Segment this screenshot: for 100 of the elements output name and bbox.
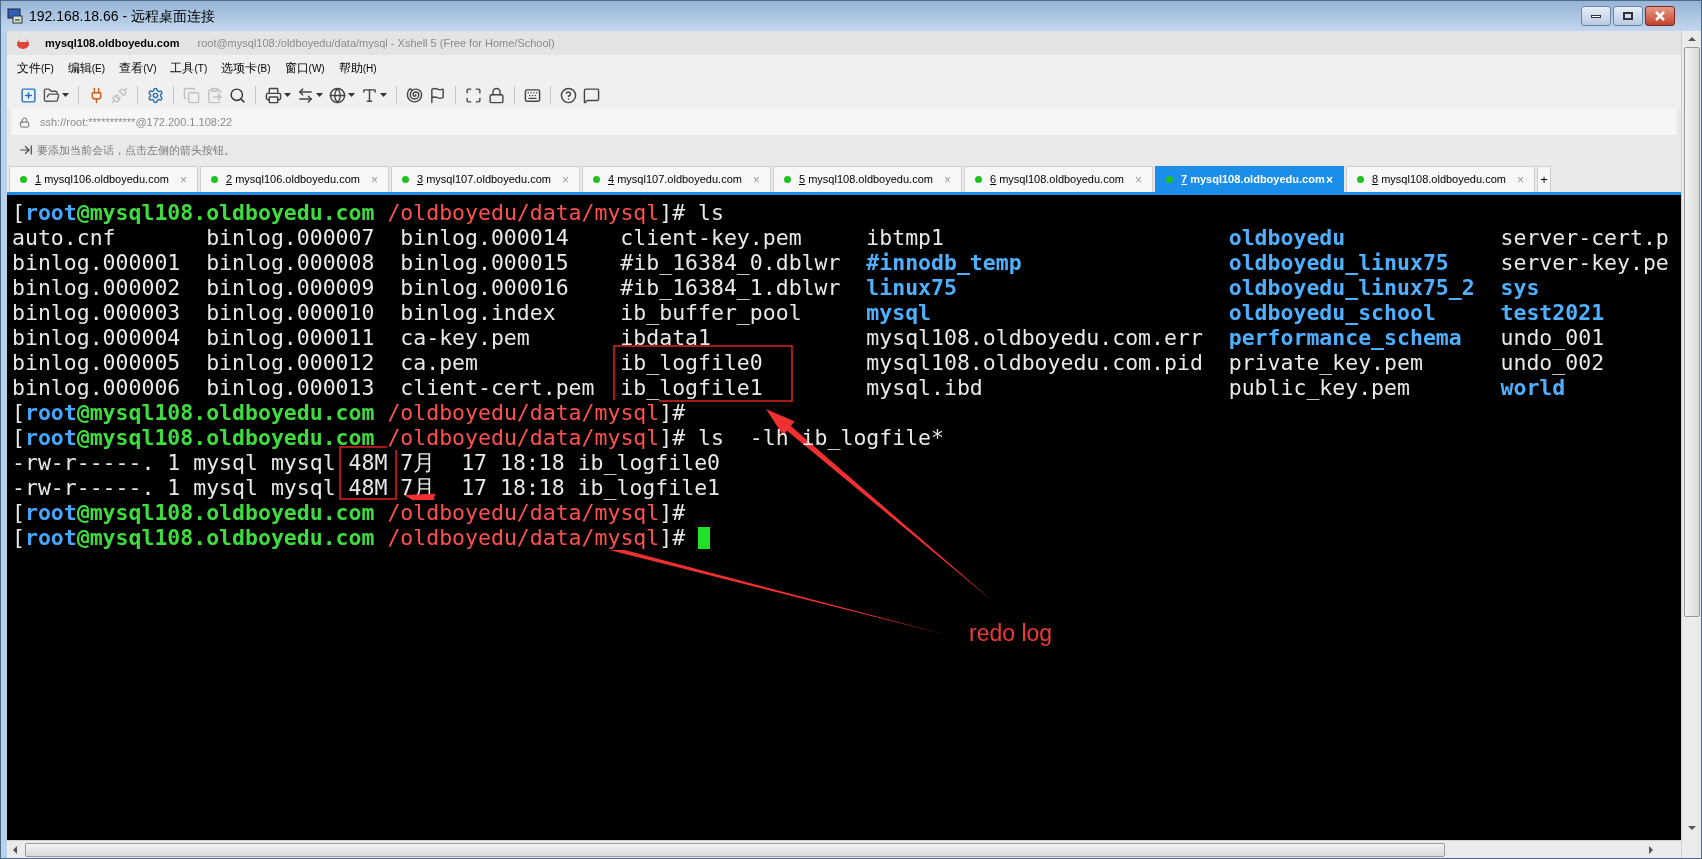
command-text: ls -lh ib_logfile* bbox=[698, 425, 944, 450]
horizontal-scrollbar[interactable] bbox=[7, 840, 1681, 858]
app-title: root@mysql108:/oldboyedu/data/mysql - Xshell 5 (Free for Home/School) bbox=[197, 35, 555, 51]
session-tab[interactable]: 1 mysql106.oldboyedu.com × bbox=[9, 166, 198, 192]
file-name: binlog.000005 bbox=[12, 350, 181, 375]
file-name: private_key.pem bbox=[1228, 350, 1423, 375]
font-icon bbox=[361, 86, 378, 104]
file-name: mysql108.oldboyedu.com.err bbox=[866, 325, 1203, 350]
shell-prompt: [root@mysql108.oldboyedu.com /oldboyedu/data/mysql]# bbox=[12, 525, 686, 550]
session-tab[interactable]: 4 mysql107.oldboyedu.com × bbox=[582, 166, 771, 192]
file-name: binlog.000016 bbox=[400, 275, 569, 300]
file-name: ca-key.pem bbox=[400, 325, 530, 350]
session-tab[interactable]: 5 mysql108.oldboyedu.com × bbox=[773, 166, 962, 192]
directory-name: world bbox=[1500, 375, 1566, 400]
command-text: ls bbox=[698, 200, 724, 225]
remote-desktop-icon bbox=[7, 8, 23, 24]
swirl-icon bbox=[406, 86, 423, 104]
file-name: binlog.000001 bbox=[12, 250, 181, 275]
app-logo-icon bbox=[15, 36, 31, 50]
shell-prompt: [root@mysql108.oldboyedu.com /oldboyedu/data/mysql]# bbox=[12, 200, 686, 225]
file-name: auto.cnf bbox=[12, 225, 116, 250]
tab-label: 1 mysql106.oldboyedu.com bbox=[35, 172, 169, 188]
directory-name: mysql bbox=[866, 300, 932, 325]
file-name: binlog.000014 bbox=[400, 225, 569, 250]
fullscreen-icon bbox=[465, 86, 482, 104]
minimize-button[interactable] bbox=[1581, 6, 1611, 26]
session-tab[interactable]: 6 mysql108.oldboyedu.com × bbox=[964, 166, 1153, 192]
caret-icon bbox=[62, 93, 69, 97]
file-name: ibtmp1 bbox=[866, 225, 944, 250]
lock-icon bbox=[488, 86, 505, 104]
terminal[interactable] bbox=[7, 195, 1681, 840]
file-name: binlog.000011 bbox=[206, 325, 375, 350]
tab-label: 4 mysql107.oldboyedu.com bbox=[608, 172, 742, 188]
tab-label: 8 mysql108.oldboyedu.com bbox=[1372, 172, 1506, 188]
vertical-scrollbar[interactable] bbox=[1681, 31, 1701, 858]
directory-name: performance_schema bbox=[1228, 325, 1462, 350]
file-name: binlog.000012 bbox=[206, 350, 375, 375]
file-name: undo_001 bbox=[1500, 325, 1605, 350]
help-icon bbox=[560, 86, 577, 104]
new-window-icon bbox=[20, 86, 37, 104]
unplug-icon bbox=[111, 86, 128, 104]
file-name: client-key.pem bbox=[620, 225, 802, 250]
new-tab-button[interactable]: + bbox=[1537, 166, 1551, 192]
directory-name: oldboyedu_linux75 bbox=[1228, 250, 1449, 275]
transfer-icon bbox=[297, 86, 314, 104]
maximize-button[interactable] bbox=[1613, 6, 1643, 26]
keyboard-icon bbox=[524, 86, 541, 104]
tab-label: 2 mysql106.oldboyedu.com bbox=[226, 172, 360, 188]
file-name: ib_logfile1 bbox=[620, 375, 763, 400]
session-tab[interactable]: 8 mysql108.oldboyedu.com × bbox=[1346, 166, 1535, 192]
file-name: binlog.000007 bbox=[206, 225, 375, 250]
directory-name: linux75 bbox=[866, 275, 957, 300]
file-name: binlog.index bbox=[400, 300, 556, 325]
file-name: binlog.000003 bbox=[12, 300, 181, 325]
file-name: mysql108.oldboyedu.com.pid bbox=[866, 350, 1203, 375]
annotation-label: redo log bbox=[969, 619, 1053, 647]
menu-item[interactable]: 查看(V) bbox=[119, 59, 157, 77]
directory-name: oldboyedu_school bbox=[1228, 300, 1436, 325]
file-name: binlog.000008 bbox=[206, 250, 375, 275]
output-line: -rw-r-----. 1 mysql mysql 48M 7月 17 18:18 ib_logfile0 bbox=[12, 450, 721, 475]
shell-prompt: [root@mysql108.oldboyedu.com /oldboyedu/data/mysql]# bbox=[12, 425, 686, 450]
file-name: #ib_16384_0.dblwr bbox=[620, 250, 841, 275]
menu-item[interactable]: 窗口(W) bbox=[284, 59, 325, 77]
file-name: ca.pem bbox=[400, 350, 478, 375]
menu-item[interactable]: 文件(F) bbox=[17, 59, 54, 77]
file-name: binlog.000009 bbox=[206, 275, 375, 300]
tab-label: 3 mysql107.oldboyedu.com bbox=[417, 172, 551, 188]
caret-icon bbox=[284, 93, 291, 97]
file-name: binlog.000015 bbox=[400, 250, 569, 275]
shell-prompt: [root@mysql108.oldboyedu.com /oldboyedu/data/mysql]# bbox=[12, 500, 686, 525]
folder-icon bbox=[43, 86, 60, 104]
tab-label: 5 mysql108.oldboyedu.com bbox=[799, 172, 933, 188]
directory-name: oldboyedu bbox=[1228, 225, 1346, 250]
session-tab[interactable]: 2 mysql106.oldboyedu.com × bbox=[200, 166, 389, 192]
globe-icon bbox=[329, 86, 346, 104]
window-title: 192.168.18.66 - 远程桌面连接 bbox=[29, 6, 215, 26]
file-name: #ib_16384_1.dblwr bbox=[620, 275, 841, 300]
menu-item[interactable]: 帮助(H) bbox=[338, 59, 377, 77]
file-name: undo_002 bbox=[1500, 350, 1605, 375]
search-icon bbox=[229, 86, 246, 104]
hint-text: 要添加当前会话，点击左侧的箭头按钮。 bbox=[37, 142, 235, 158]
session-name: mysql108.oldboyedu.com bbox=[45, 35, 180, 51]
menu-item[interactable]: 编辑(E) bbox=[67, 59, 106, 77]
file-name: ib_logfile0 bbox=[620, 350, 763, 375]
lock-icon bbox=[19, 116, 30, 128]
close-icon bbox=[1654, 11, 1666, 21]
file-name: public_key.pem bbox=[1228, 375, 1410, 400]
file-name: binlog.000002 bbox=[12, 275, 181, 300]
shell-prompt: [root@mysql108.oldboyedu.com /oldboyedu/data/mysql]# bbox=[12, 400, 686, 425]
file-name: binlog.000013 bbox=[206, 375, 375, 400]
file-name: mysql.ibd bbox=[866, 375, 983, 400]
menu-item[interactable]: 工具(T) bbox=[170, 59, 208, 77]
caret-icon bbox=[380, 93, 387, 97]
close-button[interactable] bbox=[1645, 6, 1675, 26]
file-name: binlog.000006 bbox=[12, 375, 181, 400]
menu-item[interactable]: 选项卡(B) bbox=[221, 59, 271, 77]
file-name: ibdata1 bbox=[620, 325, 711, 350]
file-name: server-cert.p bbox=[1500, 225, 1669, 250]
directory-name: test2021 bbox=[1500, 300, 1605, 325]
session-tab[interactable]: 3 mysql107.oldboyedu.com × bbox=[391, 166, 580, 192]
